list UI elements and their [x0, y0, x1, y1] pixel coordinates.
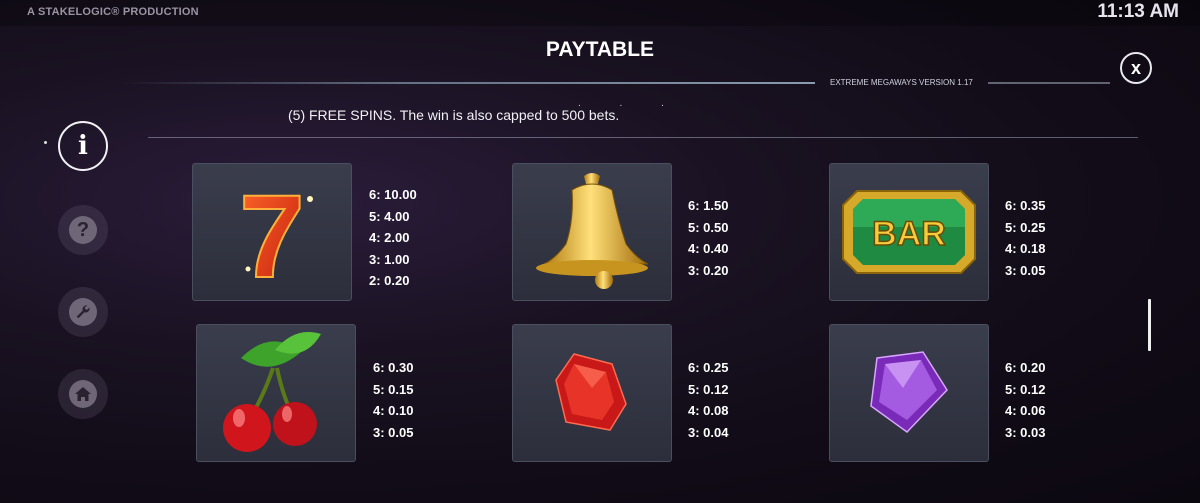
- pay-row: 4: 0.40: [688, 241, 729, 256]
- pay-row: 6: 0.35: [1005, 198, 1046, 213]
- scrollbar[interactable]: [1148, 299, 1151, 351]
- version-label: EXTREME MEGAWAYS VERSION 1.17: [830, 78, 973, 87]
- paytable-purple-gem: 6: 0.20 5: 0.12 4: 0.06 3: 0.03: [1005, 357, 1045, 443]
- pay-row: 4: 0.10: [373, 403, 414, 418]
- pay-row: 3: 1.00: [369, 251, 410, 267]
- pay-row: 3: 0.04: [688, 424, 729, 440]
- pay-row: 6: 1.50: [688, 198, 729, 213]
- symbol-card-bar: BAR: [829, 163, 989, 301]
- pay-row: 5: 0.12: [688, 381, 729, 397]
- question-icon: ?: [69, 216, 97, 244]
- seven-symbol-icon: 7: [238, 177, 313, 287]
- bar-symbol-icon: BAR: [842, 190, 976, 274]
- symbol-card-red-gem: [512, 324, 672, 462]
- indicator-dot: [44, 141, 47, 144]
- sidebar-settings-button[interactable]: [58, 287, 108, 337]
- sidebar-help-button[interactable]: ?: [58, 205, 108, 255]
- close-button[interactable]: x: [1120, 52, 1152, 84]
- wrench-icon: [69, 298, 97, 326]
- pay-row: 3: 0.05: [373, 424, 414, 440]
- pay-row: 4: 0.18: [1005, 241, 1046, 256]
- svg-text:BAR: BAR: [872, 215, 946, 253]
- rules-text: (5) FREE SPINS. The win is also capped t…: [288, 107, 620, 123]
- info-icon: i: [78, 131, 88, 161]
- symbol-card-cherry: [196, 324, 356, 462]
- paytable-red-gem: 6: 0.25 5: 0.12 4: 0.08 3: 0.04: [688, 357, 728, 443]
- symbol-card-seven: 7: [192, 163, 352, 301]
- pay-row: 6: 0.25: [688, 360, 729, 375]
- symbol-card-purple-gem: [829, 324, 989, 462]
- cherry-symbol-icon: [223, 332, 321, 452]
- content-divider: [148, 137, 1138, 138]
- pay-row: 5: 4.00: [369, 208, 410, 224]
- pay-row: 5: 0.25: [1005, 219, 1046, 235]
- pay-row: 4: 2.00: [369, 230, 410, 245]
- pay-row: 4: 0.06: [1005, 403, 1046, 418]
- pay-row: 5: 0.50: [688, 219, 729, 235]
- sidebar-home-button[interactable]: [58, 369, 108, 419]
- producer-credit: A STAKELOGIC® PRODUCTION: [27, 6, 199, 18]
- close-icon: x: [1130, 57, 1141, 78]
- title-divider: [120, 82, 815, 84]
- pay-row: 3: 0.05: [1005, 262, 1046, 278]
- red-gem-symbol-icon: [555, 353, 627, 431]
- pay-row: 2: 0.20: [369, 273, 410, 288]
- pay-row: 6: 0.30: [373, 360, 414, 375]
- clock: 11:13 AM: [1097, 1, 1179, 22]
- pay-row: 6: 10.00: [369, 187, 417, 202]
- paytable-bell: 6: 1.50 5: 0.50 4: 0.40 3: 0.20: [688, 195, 728, 281]
- pay-row: 3: 0.03: [1005, 424, 1046, 440]
- version-divider: [988, 82, 1110, 84]
- pay-row: 4: 0.08: [688, 403, 729, 418]
- purple-gem-symbol-icon: [870, 351, 948, 433]
- pay-row: 5: 0.15: [373, 381, 414, 397]
- pay-row: 5: 0.12: [1005, 381, 1046, 397]
- page-title: PAYTABLE: [545, 38, 655, 61]
- pay-row: 6: 0.20: [1005, 360, 1046, 375]
- sidebar-info-button[interactable]: i: [58, 121, 108, 171]
- bell-symbol-icon: [536, 173, 649, 289]
- paytable-seven: 6: 10.00 5: 4.00 4: 2.00 3: 1.00 2: 0.20: [369, 184, 417, 292]
- symbol-card-bell: [512, 163, 672, 301]
- home-icon: [69, 380, 97, 408]
- pay-row: 3: 0.20: [688, 262, 729, 278]
- paytable-cherry: 6: 0.30 5: 0.15 4: 0.10 3: 0.05: [373, 357, 413, 443]
- paytable-bar: 6: 0.35 5: 0.25 4: 0.18 3: 0.05: [1005, 195, 1045, 281]
